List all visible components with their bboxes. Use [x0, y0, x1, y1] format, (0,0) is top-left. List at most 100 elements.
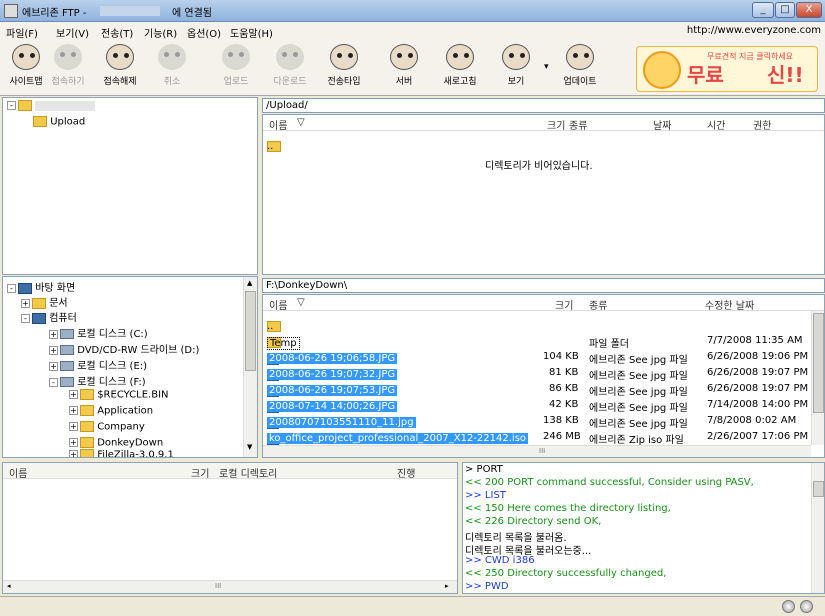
homepage-link[interactable]: http://www.everyzone.com: [687, 25, 821, 36]
col-date[interactable]: 날짜: [653, 117, 671, 132]
expand-icon[interactable]: +: [69, 390, 78, 399]
file-row[interactable]: 20080707103551110_11.jpg 138 KB 에브리존 See j…: [267, 413, 807, 430]
refresh-button[interactable]: 새로고침: [436, 44, 484, 92]
local-list-hscroll[interactable]: III: [263, 445, 811, 457]
scroll-down-icon[interactable]: ▼: [247, 443, 252, 451]
local-tree-item[interactable]: + DVD/CD-RW 드라이브 (D:): [49, 341, 199, 356]
file-row[interactable]: 2008-06-26 19;06;58.JPG 104 KB 에브리존 See jp…: [267, 349, 808, 366]
collapse-icon[interactable]: -: [21, 313, 30, 323]
local-tree-item[interactable]: - 바탕 화면: [7, 279, 75, 294]
server-button[interactable]: 서버: [380, 44, 428, 92]
sitemap-button[interactable]: 사이트맵: [2, 44, 50, 92]
expand-icon[interactable]: +: [49, 345, 58, 355]
ad-banner[interactable]: 무료견적 지금 클릭하세요 무료 신!!: [636, 46, 818, 92]
scroll-up-icon[interactable]: ▲: [247, 279, 252, 287]
menu-view[interactable]: 보기(V): [56, 25, 89, 40]
expand-icon[interactable]: +: [69, 422, 78, 431]
file-row[interactable]: ..: [267, 317, 807, 333]
expand-icon[interactable]: +: [49, 361, 58, 371]
menu-options[interactable]: 옵션(O): [187, 25, 221, 40]
collapse-icon[interactable]: -: [7, 283, 16, 293]
sort-icon[interactable]: ▽: [297, 117, 305, 128]
log-line: << 200 PORT command successful, Consider…: [465, 477, 754, 488]
queue-col-local-dir[interactable]: 로컬 디렉토리: [219, 465, 277, 480]
transfer-type-button[interactable]: 전송타입: [320, 44, 368, 92]
queue-hscroll[interactable]: ◂ III ▸: [3, 580, 457, 593]
remote-list-header: 이름 ▽ 크기 종류 날짜 시간 권한: [263, 115, 824, 132]
log-vscroll[interactable]: [811, 463, 824, 593]
file-row[interactable]: 2008-06-26 19;07;53.JPG 86 KB 에브리존 See jpg…: [267, 381, 808, 398]
panda-icon: [390, 44, 418, 70]
file-row[interactable]: 2008-06-26 19;07;32.JPG 81 KB 에브리존 See jpg…: [267, 365, 808, 382]
connect-button[interactable]: 접속하기: [44, 44, 92, 92]
scroll-right-icon[interactable]: ▸: [445, 582, 449, 590]
col-size[interactable]: 크기: [555, 297, 573, 312]
local-tree-item[interactable]: - 로컬 디스크 (F:): [49, 373, 146, 388]
collapse-icon[interactable]: -: [7, 101, 16, 110]
col-perm[interactable]: 권한: [753, 117, 771, 132]
local-list-vscroll[interactable]: [811, 311, 824, 445]
maximize-button[interactable]: □: [775, 2, 795, 18]
expand-icon[interactable]: +: [49, 329, 58, 339]
view-dropdown-arrow[interactable]: ▾: [544, 62, 549, 72]
local-tree-item[interactable]: + FileZilla-3.0.9.1: [69, 449, 174, 457]
local-tree-item[interactable]: + $RECYCLE.BIN: [69, 389, 169, 401]
file-row[interactable]: ko_office_project_professional_2007_X12-…: [267, 429, 808, 446]
scroll-grip-icon[interactable]: III: [539, 447, 545, 455]
remote-path-field[interactable]: /Upload/: [262, 98, 825, 113]
cancel-button[interactable]: 취소: [148, 44, 196, 92]
col-time[interactable]: 시간: [707, 117, 725, 132]
expand-icon[interactable]: +: [21, 298, 30, 308]
remote-tree-upload[interactable]: Upload: [33, 116, 85, 128]
expand-icon[interactable]: +: [69, 450, 78, 457]
download-button[interactable]: 다운로드: [266, 44, 314, 92]
menu-transfer[interactable]: 전송(T): [101, 25, 133, 40]
local-path-field[interactable]: F:\DonkeyDown\: [262, 278, 825, 293]
local-tree-item[interactable]: + 로컬 디스크 (E:): [49, 357, 147, 372]
local-tree-item[interactable]: + 문서: [21, 294, 68, 309]
status-bar: [0, 596, 825, 616]
col-type[interactable]: 종류: [569, 117, 587, 132]
upload-button[interactable]: 업로드: [212, 44, 260, 92]
minimize-button[interactable]: _: [752, 2, 774, 18]
disconnect-button[interactable]: 접속해제: [96, 44, 144, 92]
tree-label: 문서: [49, 298, 68, 309]
col-name[interactable]: 이름: [269, 117, 287, 132]
local-tree-item[interactable]: - 컴퓨터: [21, 309, 77, 324]
scroll-thumb[interactable]: [813, 313, 824, 413]
menu-help[interactable]: 도움말(H): [230, 25, 273, 40]
scroll-grip-icon[interactable]: III: [215, 582, 221, 590]
queue-col-progress[interactable]: 진행: [397, 465, 415, 480]
expand-icon[interactable]: +: [69, 438, 78, 447]
col-name[interactable]: 이름: [269, 297, 287, 312]
remote-file-list: 이름 ▽ 크기 종류 날짜 시간 권한 .. 디렉토리가 비어있습니다.: [262, 114, 825, 275]
log-panel: > PORT << 200 PORT command successful, C…: [462, 462, 825, 594]
local-tree-scrollbar[interactable]: ▲ ▼: [243, 277, 257, 457]
col-type[interactable]: 종류: [589, 297, 607, 312]
local-tree-item[interactable]: + Company: [69, 421, 145, 433]
close-button[interactable]: X: [796, 2, 822, 18]
file-date: 7/8/2008 0:02 AM: [707, 415, 797, 426]
menu-function[interactable]: 기능(R): [144, 25, 177, 40]
menu-file[interactable]: 파일(F): [6, 25, 38, 40]
update-label: 업데이트: [563, 77, 597, 87]
file-row[interactable]: Temp 파일 폴더 7/7/2008 11:35 AM: [267, 333, 807, 350]
expand-icon[interactable]: +: [69, 406, 78, 415]
local-tree-item[interactable]: + DonkeyDown: [69, 437, 163, 449]
col-size[interactable]: 크기: [547, 117, 565, 132]
sort-icon[interactable]: ▽: [297, 297, 305, 308]
col-modified[interactable]: 수정한 날짜: [705, 297, 754, 312]
view-button[interactable]: 보기: [492, 44, 540, 92]
file-row[interactable]: 2008-07-14 14;00;26.JPG 42 KB 에브리존 See jpg…: [267, 397, 808, 414]
panda-update-icon: [566, 44, 594, 70]
scroll-thumb[interactable]: [813, 481, 824, 497]
update-button[interactable]: 업데이트: [556, 44, 604, 92]
scroll-thumb[interactable]: [245, 291, 256, 371]
local-tree-item[interactable]: + Application: [69, 405, 153, 417]
remote-tree-root[interactable]: -: [7, 100, 95, 112]
scroll-left-icon[interactable]: ◂: [7, 582, 11, 590]
collapse-icon[interactable]: -: [49, 377, 58, 387]
local-tree-item[interactable]: + 로컬 디스크 (C:): [49, 325, 148, 340]
queue-col-name[interactable]: 이름: [9, 465, 27, 480]
queue-col-size[interactable]: 크기: [191, 465, 209, 480]
